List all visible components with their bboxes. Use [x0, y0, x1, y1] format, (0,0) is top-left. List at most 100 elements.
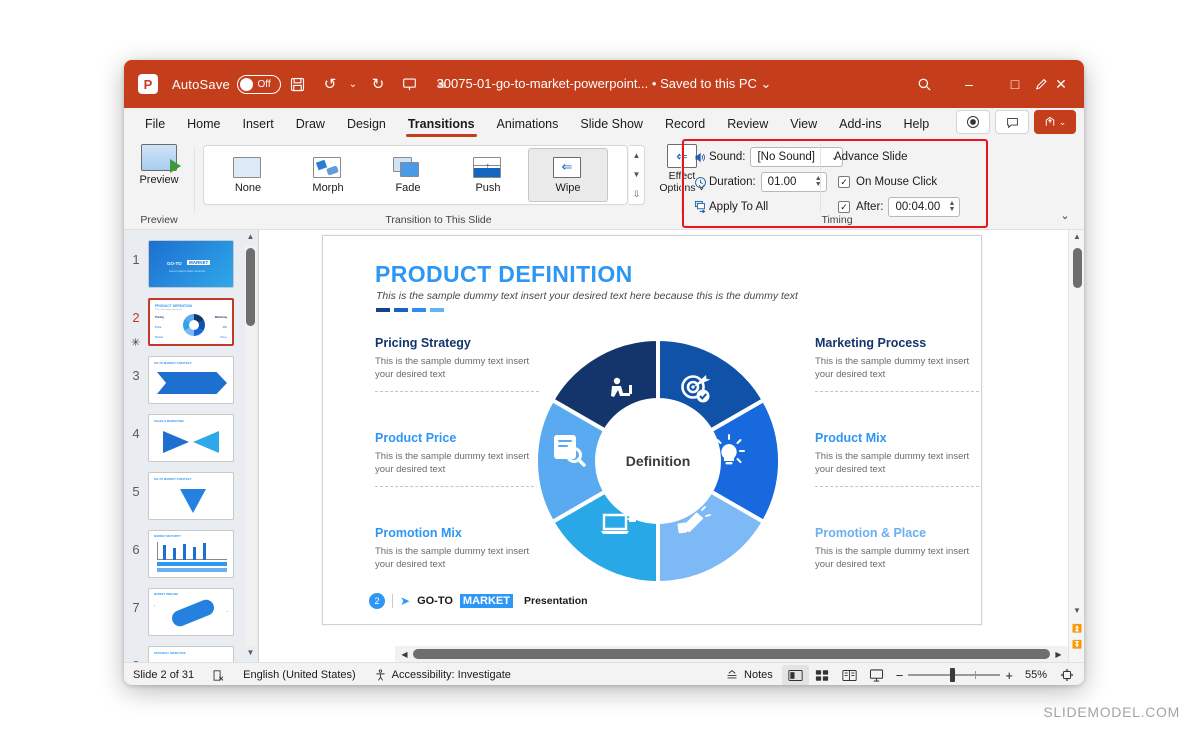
accessibility-indicator[interactable]: Accessibility: Investigate [365, 663, 520, 686]
after-stepper[interactable]: ▲▼ [949, 201, 956, 213]
transition-fade[interactable]: Fade [368, 148, 448, 202]
slide-thumbnail-pane[interactable]: 1 GO-TO MARKET Lorem ipsum dolor sit ame… [124, 230, 259, 662]
zoom-slider[interactable]: − + [896, 668, 1013, 683]
tab-help[interactable]: Help [893, 113, 941, 134]
tab-insert[interactable]: Insert [232, 113, 285, 134]
thumbnail-scroll-up-icon[interactable]: ▲ [245, 232, 256, 244]
redo-icon[interactable]: ↻ [363, 70, 393, 98]
on-mouse-click-row[interactable]: ✓ On Mouse Click [838, 171, 937, 193]
definition-donut-diagram[interactable]: Definition [528, 331, 788, 591]
zoom-in-button[interactable]: + [1005, 668, 1013, 683]
undo-dropdown-chevron-down-icon[interactable]: ⌄ [345, 70, 361, 98]
transition-morph[interactable]: Morph [288, 148, 368, 202]
tab-view[interactable]: View [779, 113, 828, 134]
hscroll-left-icon[interactable]: ◀ [398, 650, 411, 659]
slideshow-view-icon[interactable] [863, 665, 890, 686]
zoom-handle[interactable] [950, 668, 955, 682]
on-mouse-click-checkbox[interactable]: ✓ [838, 176, 850, 188]
slide-canvas[interactable]: PRODUCT DEFINITION This is the sample du… [322, 235, 982, 625]
previous-slide-icon[interactable]: ⏫ [1069, 622, 1084, 636]
block-promotion-mix[interactable]: Promotion Mix This is the sample dummy t… [375, 526, 539, 571]
tab-home[interactable]: Home [176, 113, 231, 134]
tab-add-ins[interactable]: Add-ins [828, 113, 892, 134]
record-circle-icon[interactable] [956, 110, 990, 134]
block-pricing-strategy[interactable]: Pricing Strategy This is the sample dumm… [375, 336, 539, 392]
slide-scroll-up-icon[interactable]: ▲ [1069, 230, 1084, 244]
timing-group-label: Timing [684, 214, 990, 226]
thumbnail-slide-7[interactable]: 7 MARKET TIMELINE ● ● [124, 588, 242, 640]
spellcheck-icon[interactable] [203, 663, 234, 686]
thumbnail-scroll-down-icon[interactable]: ▼ [245, 648, 256, 660]
comment-icon[interactable] [995, 110, 1029, 134]
thumbnail-scroll-thumb[interactable] [246, 248, 255, 326]
tab-transitions[interactable]: Transitions [397, 113, 486, 134]
gallery-scroll-up-icon[interactable]: ▲ [629, 146, 644, 165]
thumbnail-slide-3[interactable]: 3 GO-TO MARKET STRATEGY [124, 356, 242, 408]
gallery-scroll-down-icon[interactable]: ▼ [629, 165, 644, 184]
tab-file[interactable]: File [134, 113, 176, 134]
thumbnail-slide-6[interactable]: 6 MARKET MATURITY [124, 530, 242, 582]
preview-button[interactable]: Preview [128, 144, 190, 186]
slide-scroll-thumb[interactable] [1073, 248, 1082, 288]
thumbnail-slide-1[interactable]: 1 GO-TO MARKET Lorem ipsum dolor sit ame… [124, 240, 242, 292]
undo-icon[interactable]: ↺ [315, 70, 345, 98]
zoom-out-button[interactable]: − [896, 668, 904, 683]
thumbnail-slide-5[interactable]: 5 GO-TO MARKET STRATEGY [124, 472, 242, 524]
share-chevron-down-icon[interactable]: ⌄ [1059, 117, 1067, 128]
duration-spinbox[interactable]: 01.00 ▲▼ [761, 172, 827, 192]
sound-label: Sound: [709, 151, 745, 163]
ribbon-collapse-chevron-down-icon[interactable]: ⌄ [1054, 205, 1076, 225]
block-marketing-process[interactable]: Marketing Process This is the sample dum… [815, 336, 979, 392]
slide-sorter-icon[interactable] [809, 665, 836, 686]
thumbnail-slide-8[interactable]: 8 STRATEGY OBJECTIVE [124, 646, 242, 662]
slide-count[interactable]: Slide 2 of 31 [124, 663, 203, 686]
hscroll-right-icon[interactable]: ▶ [1052, 650, 1065, 659]
tab-review[interactable]: Review [716, 113, 779, 134]
transition-wipe[interactable]: ⇐ Wipe [528, 148, 608, 202]
slide-horizontal-scrollbar[interactable]: ◀ ▶ [395, 646, 1068, 662]
document-title[interactable]: 30075-01-go-to-market-powerpoint... [437, 76, 649, 91]
save-icon[interactable] [283, 70, 313, 98]
tab-slide-show[interactable]: Slide Show [569, 113, 654, 134]
transition-push[interactable]: ↑ Push [448, 148, 528, 202]
transition-gallery-scrollbar[interactable]: ▲ ▼ ⇩ [629, 145, 645, 205]
share-button[interactable]: ⌄ [1034, 110, 1076, 134]
slide-vertical-scrollbar[interactable]: ▲ ▼ ⏫ ⏬ [1068, 230, 1084, 662]
fit-to-window-icon[interactable] [1053, 665, 1080, 686]
save-status-chevron-down-icon[interactable]: ⌄ [761, 76, 772, 91]
zoom-level[interactable]: 55% [1019, 663, 1053, 686]
tab-animations[interactable]: Animations [486, 113, 570, 134]
slide-subtitle[interactable]: This is the sample dummy text insert you… [376, 290, 798, 302]
tab-record[interactable]: Record [654, 113, 716, 134]
maximize-button[interactable]: □ [992, 60, 1038, 108]
transition-gallery[interactable]: None Morph Fade [203, 145, 628, 205]
tab-draw[interactable]: Draw [285, 113, 336, 134]
sound-dropdown[interactable]: [No Sound] ⌄ [750, 147, 843, 167]
cursor-logo-icon: ➤ [400, 594, 410, 608]
thumbnail-scrollbar[interactable]: ▲ ▼ [245, 232, 256, 660]
slide-title[interactable]: PRODUCT DEFINITION [375, 261, 633, 288]
close-button[interactable]: ✕ [1038, 60, 1084, 108]
autosave-toggle[interactable]: Off [237, 75, 281, 94]
after-checkbox[interactable]: ✓ [838, 201, 850, 213]
thumbnail-slide-2[interactable]: 2 ✳ PRODUCT DEFINITION This is the sampl… [124, 298, 242, 350]
search-icon[interactable] [912, 73, 936, 95]
block-promotion-and-place[interactable]: Promotion & Place This is the sample dum… [815, 526, 979, 571]
reading-view-icon[interactable] [836, 665, 863, 686]
minimize-button[interactable]: – [946, 60, 992, 108]
hscroll-thumb[interactable] [413, 649, 1050, 659]
thumbnail-slide-4[interactable]: 4 SALES & MARKETING [124, 414, 242, 466]
block-product-price[interactable]: Product Price This is the sample dummy t… [375, 431, 539, 487]
gallery-more-icon[interactable]: ⇩ [629, 185, 644, 204]
next-slide-icon[interactable]: ⏬ [1069, 638, 1084, 652]
slide-scroll-down-icon[interactable]: ▼ [1069, 604, 1084, 618]
language-indicator[interactable]: English (United States) [234, 663, 365, 686]
transition-none[interactable]: None [208, 148, 288, 202]
transition-star-icon[interactable]: ✳ [131, 336, 140, 349]
normal-view-icon[interactable] [782, 665, 809, 686]
notes-button[interactable]: Notes [716, 663, 782, 686]
tab-design[interactable]: Design [336, 113, 397, 134]
block-product-mix[interactable]: Product Mix This is the sample dummy tex… [815, 431, 979, 487]
zoom-track[interactable] [908, 674, 1000, 676]
start-presentation-icon[interactable] [395, 70, 425, 98]
